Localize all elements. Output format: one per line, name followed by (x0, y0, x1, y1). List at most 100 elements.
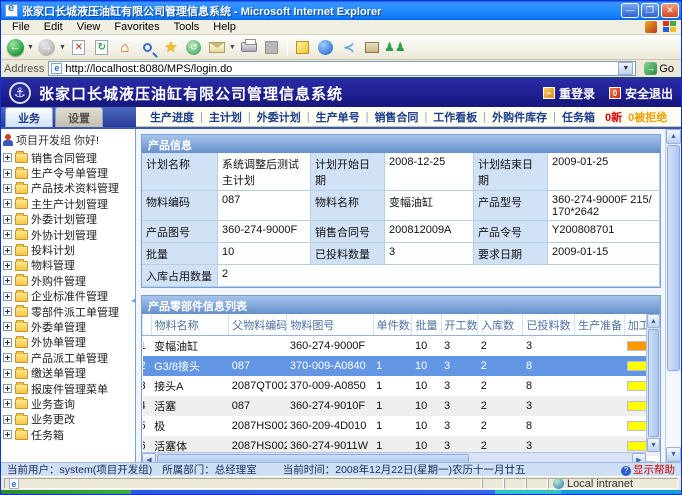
menu-help[interactable]: Help (206, 21, 243, 33)
maximize-button[interactable]: ❐ (641, 3, 659, 18)
tree-item[interactable]: 业务更改 (3, 412, 133, 427)
tree-item[interactable]: 销售合同管理 (3, 150, 133, 165)
scroll-right-icon[interactable]: ▶ (632, 453, 646, 462)
nav-item[interactable]: 生产进度 (144, 109, 200, 125)
tree-item[interactable]: 外委计划管理 (3, 212, 133, 227)
nav-item[interactable]: 工作看板 (427, 109, 483, 125)
column-header[interactable]: 单件数量 (373, 314, 412, 336)
expand-plus-icon[interactable] (3, 199, 12, 208)
tree-item[interactable]: 外委单管理 (3, 319, 133, 334)
quick-launch-icon[interactable]: ≺ (339, 37, 359, 57)
tree-item[interactable]: 缴送单管理 (3, 365, 133, 380)
relogin-button[interactable]: ⌁ 重登录 (543, 85, 595, 102)
expand-plus-icon[interactable] (3, 153, 12, 162)
column-header[interactable]: 已投料数 (523, 314, 575, 336)
expand-plus-icon[interactable] (3, 307, 12, 316)
mail-icon[interactable] (207, 37, 227, 57)
edit-icon[interactable] (262, 37, 282, 57)
back-dropdown-icon[interactable]: ▼ (27, 44, 34, 51)
column-header[interactable]: 物料图号 (287, 314, 373, 336)
tree-item[interactable]: 外协计划管理 (3, 227, 133, 242)
print-icon[interactable] (239, 37, 259, 57)
tree-item[interactable]: 外购件管理 (3, 273, 133, 288)
parts-vertical-scrollbar[interactable]: ▲ ▼ (646, 314, 660, 452)
scroll-left-icon[interactable]: ◀ (142, 453, 156, 462)
messenger-globe-icon[interactable] (316, 37, 336, 57)
expand-plus-icon[interactable] (3, 292, 12, 301)
column-header[interactable]: 物料名称 (151, 314, 229, 336)
column-header[interactable]: 批量 (412, 314, 441, 336)
page-scroll-down-icon[interactable]: ▼ (666, 447, 681, 462)
tree-item[interactable]: 产品派工单管理 (3, 350, 133, 365)
expand-plus-icon[interactable] (3, 230, 12, 239)
table-row[interactable]: 4活塞087360-274-9010F11032320 % (143, 396, 661, 416)
expand-plus-icon[interactable] (3, 384, 12, 393)
table-row[interactable]: 5极2087HS002360-209-4D01011032820 % (143, 416, 661, 436)
tree-item[interactable]: 业务查询 (3, 396, 133, 411)
back-button[interactable]: ← (5, 37, 25, 57)
expand-plus-icon[interactable] (3, 276, 12, 285)
mail-dropdown-icon[interactable]: ▼ (229, 44, 236, 51)
menu-favorites[interactable]: Favorites (107, 21, 166, 33)
scroll-up-icon[interactable]: ▲ (647, 314, 660, 328)
refresh-button[interactable]: ↻ (92, 37, 112, 57)
expand-plus-icon[interactable] (3, 261, 12, 270)
column-header[interactable]: 入库数 (478, 314, 523, 336)
tree-item[interactable]: 零部件派工单管理 (3, 304, 133, 319)
tree-item[interactable]: 投料计划 (3, 242, 133, 257)
start-button-fragment[interactable] (1, 490, 131, 494)
tab-业务[interactable]: 业务 (5, 107, 53, 127)
minimize-button[interactable]: — (621, 3, 639, 18)
msn-buddies-icon[interactable]: ♟♟ (385, 37, 405, 57)
research-book-icon[interactable] (362, 37, 382, 57)
tree-item[interactable]: 报废件管理菜单 (3, 381, 133, 396)
tree-item[interactable]: 物料管理 (3, 258, 133, 273)
nav-item[interactable]: 任务箱 (556, 109, 601, 125)
expand-plus-icon[interactable] (3, 399, 12, 408)
tree-item[interactable]: 任务箱 (3, 427, 133, 442)
tree-item[interactable]: 产品技术资料管理 (3, 181, 133, 196)
tree-item[interactable]: 主生产计划管理 (3, 196, 133, 211)
page-scroll-up-icon[interactable]: ▲ (666, 129, 681, 144)
page-vertical-scrollbar[interactable]: ▲ ▼ (665, 129, 681, 462)
go-button[interactable]: → Go (640, 61, 678, 77)
column-header[interactable]: 生产准备 (575, 314, 625, 336)
logout-button[interactable]: 0 安全退出 (609, 85, 673, 102)
expand-plus-icon[interactable] (3, 246, 12, 255)
close-button[interactable]: ✕ (661, 3, 679, 18)
history-icon[interactable]: ↺ (184, 37, 204, 57)
expand-plus-icon[interactable] (3, 184, 12, 193)
tree-item[interactable]: 企业标准件管理 (3, 289, 133, 304)
table-row[interactable]: 2G3/8接头087370-009-A084011032820 % (143, 356, 661, 376)
menu-edit[interactable]: Edit (37, 21, 70, 33)
favorites-icon[interactable]: ★ (161, 37, 181, 57)
expand-plus-icon[interactable] (3, 215, 12, 224)
discuss-icon[interactable] (293, 37, 313, 57)
expand-plus-icon[interactable] (3, 338, 12, 347)
search-icon[interactable] (138, 37, 158, 57)
menu-view[interactable]: View (70, 21, 108, 33)
nav-item[interactable]: 主计划 (203, 109, 248, 125)
expand-plus-icon[interactable] (3, 353, 12, 362)
tree-item[interactable]: 生产令号单管理 (3, 165, 133, 180)
nav-item[interactable]: 外委计划 (251, 109, 307, 125)
column-header[interactable]: 父物料编码 (229, 314, 287, 336)
show-help-link[interactable]: ?显示帮助 (621, 462, 675, 476)
windows-taskbar[interactable] (1, 490, 681, 494)
expand-plus-icon[interactable] (3, 169, 12, 178)
scroll-down-icon[interactable]: ▼ (647, 438, 660, 452)
menu-tools[interactable]: Tools (167, 21, 207, 33)
home-button[interactable]: ⌂ (115, 37, 135, 57)
table-row[interactable]: 1变幅油缸360-274-9000F1032329 % (143, 336, 661, 357)
expand-plus-icon[interactable] (3, 415, 12, 424)
column-header[interactable]: 开工数 (441, 314, 478, 336)
expand-plus-icon[interactable] (3, 430, 12, 439)
menu-file[interactable]: File (5, 21, 37, 33)
address-dropdown-icon[interactable]: ▼ (618, 62, 633, 75)
forward-dropdown-icon[interactable]: ▼ (59, 44, 66, 51)
forward-button[interactable]: → (37, 37, 57, 57)
nav-item[interactable]: 外购件库存 (486, 109, 553, 125)
table-row[interactable]: 3接头A2087QT002370-009-A085011032820 % (143, 376, 661, 396)
expand-plus-icon[interactable] (3, 369, 12, 378)
address-input[interactable]: e http://localhost:8080/MPS/login.do ▼ (48, 61, 636, 76)
